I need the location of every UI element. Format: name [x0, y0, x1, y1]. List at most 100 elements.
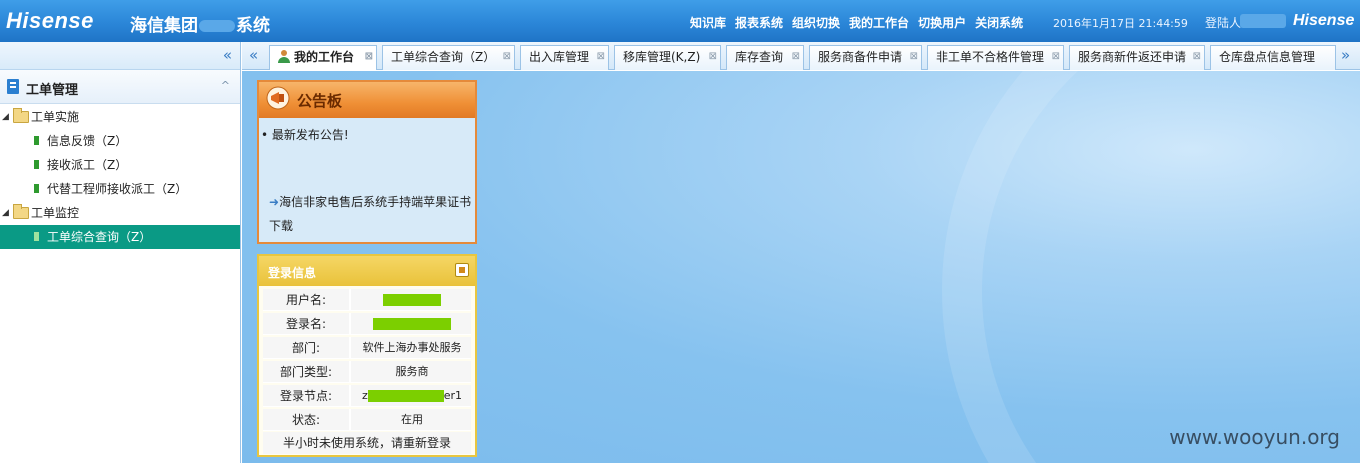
- tree-item-proxy-dispatch[interactable]: 代替工程师接收派工（Z）: [0, 177, 240, 201]
- system-title-post: 系统: [236, 16, 270, 36]
- close-icon[interactable]: ⊠: [365, 46, 373, 68]
- tab-label: 我的工作台: [294, 50, 355, 64]
- brand-logo: Hisense: [6, 8, 94, 33]
- panel-header[interactable]: 工单管理 ^: [0, 70, 240, 104]
- tab-inbound-outbound[interactable]: 出入库管理 ⊠: [520, 45, 609, 70]
- info-value: 软件上海办事处服务: [362, 341, 462, 354]
- tree-folder-implementation[interactable]: ◢ 工单实施: [0, 105, 240, 129]
- info-value: z er1: [353, 385, 471, 407]
- tree-item-label: 接收派工（Z）: [47, 158, 128, 172]
- tab-label: 服务商备件申请: [818, 50, 903, 64]
- tab-label: 非工单不合格件管理: [936, 50, 1045, 64]
- close-icon[interactable]: ⊠: [792, 46, 800, 68]
- user-icon: [278, 50, 290, 63]
- redacted-value: [373, 318, 451, 330]
- node-suffix: er1: [443, 389, 463, 402]
- tab-stocktake[interactable]: 仓库盘点信息管理: [1210, 45, 1336, 70]
- arrow-right-icon: ➜: [269, 195, 280, 209]
- workspace: 公告板 • 最新发布公告! ➜海信非家电售后系统手持端苹果证书下载 登录信息 用…: [242, 71, 1360, 463]
- bulletin-link[interactable]: ➜海信非家电售后系统手持端苹果证书下载: [269, 190, 475, 238]
- expand-arrow-icon[interactable]: ◢: [2, 105, 9, 129]
- tab-label: 出入库管理: [529, 50, 590, 64]
- folder-icon: [13, 204, 29, 219]
- tab-label: 服务商新件返还申请: [1078, 50, 1187, 64]
- collapse-left-icon[interactable]: «: [223, 46, 232, 64]
- sidebar: « 工单管理 ^ ◢ 工单实施 信息反馈（Z） 接收派工（Z） 代替工程师接收派…: [0, 42, 241, 463]
- redacted-value: [367, 390, 444, 402]
- system-title-pre: 海信集团: [130, 16, 198, 36]
- close-icon[interactable]: ⊠: [597, 46, 605, 68]
- brand-logo-right: Hisense: [1293, 12, 1355, 29]
- scroll-right-icon[interactable]: »: [1341, 46, 1350, 64]
- tab-new-part-return[interactable]: 服务商新件返还申请 ⊠: [1069, 45, 1205, 70]
- leaf-icon: [34, 160, 39, 169]
- tab-label: 仓库盘点信息管理: [1219, 50, 1316, 64]
- system-title: 海信集团 系统: [130, 11, 270, 36]
- close-icon[interactable]: ⊠: [1052, 46, 1060, 68]
- bulletin-link-text: 海信非家电售后系统手持端苹果证书下载: [269, 195, 472, 233]
- tree-item-order-query[interactable]: 工单综合查询（Z）: [0, 225, 240, 249]
- tab-spare-part-request[interactable]: 服务商备件申请 ⊠: [809, 45, 922, 70]
- nav-close-system[interactable]: 关闭系统: [975, 14, 1023, 31]
- tree-folder-label: 工单监控: [31, 206, 80, 220]
- tree-item-label: 信息反馈（Z）: [47, 134, 128, 148]
- tab-order-query[interactable]: 工单综合查询（Z） ⊠: [382, 45, 515, 70]
- login-info-card: 登录信息 用户名: 登录名: 部门: 软件上海办事处服务 部门类型: 服务商 登…: [257, 254, 477, 457]
- bulletin-item[interactable]: • 最新发布公告!: [261, 126, 349, 143]
- tab-label: 工单综合查询（Z）: [391, 50, 496, 64]
- info-row-department: 部门: 软件上海办事处服务: [263, 337, 471, 359]
- top-nav: 知识库 报表系统 组织切换 我的工作台 切换用户 关闭系统: [690, 14, 1023, 31]
- tree-folder-label: 工单实施: [31, 110, 80, 124]
- tree-item-info-feedback[interactable]: 信息反馈（Z）: [0, 129, 240, 153]
- close-icon[interactable]: ⊠: [503, 46, 511, 68]
- session-timeout-note: 半小时未使用系统，请重新登录: [263, 432, 471, 454]
- close-icon[interactable]: ⊠: [910, 46, 918, 68]
- info-value: 在用: [401, 413, 423, 426]
- tree-item-label: 代替工程师接收派工（Z）: [47, 182, 188, 196]
- info-row-username: 用户名:: [263, 289, 471, 311]
- login-info-header: 登录信息: [259, 256, 475, 286]
- info-row-login-name: 登录名:: [263, 313, 471, 335]
- panel-title: 工单管理: [26, 83, 79, 98]
- tree-folder-monitoring[interactable]: ◢ 工单监控: [0, 201, 240, 225]
- bulletin-board: 公告板 • 最新发布公告! ➜海信非家电售后系统手持端苹果证书下载: [257, 80, 477, 244]
- chevron-up-icon[interactable]: ^: [221, 79, 230, 92]
- nav-knowledge-base[interactable]: 知识库: [690, 14, 726, 31]
- redacted-value: [383, 294, 441, 306]
- tab-defective-parts[interactable]: 非工单不合格件管理 ⊠: [927, 45, 1064, 70]
- expand-arrow-icon[interactable]: ◢: [2, 201, 9, 225]
- info-label: 用户名:: [263, 289, 351, 311]
- login-info-title: 登录信息: [268, 266, 317, 280]
- tab-transfer[interactable]: 移库管理(K,Z) ⊠: [614, 45, 721, 70]
- megaphone-icon: [266, 86, 290, 110]
- nav-report-system[interactable]: 报表系统: [735, 14, 783, 31]
- info-value: [353, 289, 471, 311]
- bulletin-title: 公告板: [297, 92, 343, 110]
- minimize-icon[interactable]: [455, 263, 469, 277]
- close-icon[interactable]: ⊠: [1193, 46, 1201, 68]
- tree-item-receive-dispatch[interactable]: 接收派工（Z）: [0, 153, 240, 177]
- folder-icon: [13, 108, 29, 123]
- info-label: 登录名:: [263, 313, 351, 335]
- document-icon: [7, 79, 19, 94]
- nav-my-workbench[interactable]: 我的工作台: [849, 14, 909, 31]
- tab-bar: « 我的工作台 ⊠ 工单综合查询（Z） ⊠ 出入库管理 ⊠ 移库管理(K,Z) …: [242, 42, 1360, 70]
- tab-label: 移库管理(K,Z): [623, 50, 701, 64]
- bulletin-header: 公告板: [259, 82, 475, 118]
- tab-inventory-query[interactable]: 库存查询 ⊠: [726, 45, 804, 70]
- datetime: 2016年1月17日 21:44:59: [1053, 17, 1188, 30]
- redacted-username: [1240, 14, 1286, 28]
- scroll-left-icon[interactable]: «: [249, 46, 258, 64]
- leaf-icon: [34, 184, 39, 193]
- nav-switch-user[interactable]: 切换用户: [918, 14, 966, 31]
- info-label: 状态:: [263, 409, 351, 431]
- nav-switch-org[interactable]: 组织切换: [792, 14, 840, 31]
- leaf-icon: [34, 232, 39, 241]
- info-value: [353, 313, 471, 335]
- close-icon[interactable]: ⊠: [709, 46, 717, 68]
- info-row-department-type: 部门类型: 服务商: [263, 361, 471, 383]
- info-value: 服务商: [395, 365, 429, 378]
- info-label: 部门类型:: [263, 361, 351, 383]
- tab-my-workbench[interactable]: 我的工作台 ⊠: [269, 45, 377, 70]
- info-label: 部门:: [263, 337, 351, 359]
